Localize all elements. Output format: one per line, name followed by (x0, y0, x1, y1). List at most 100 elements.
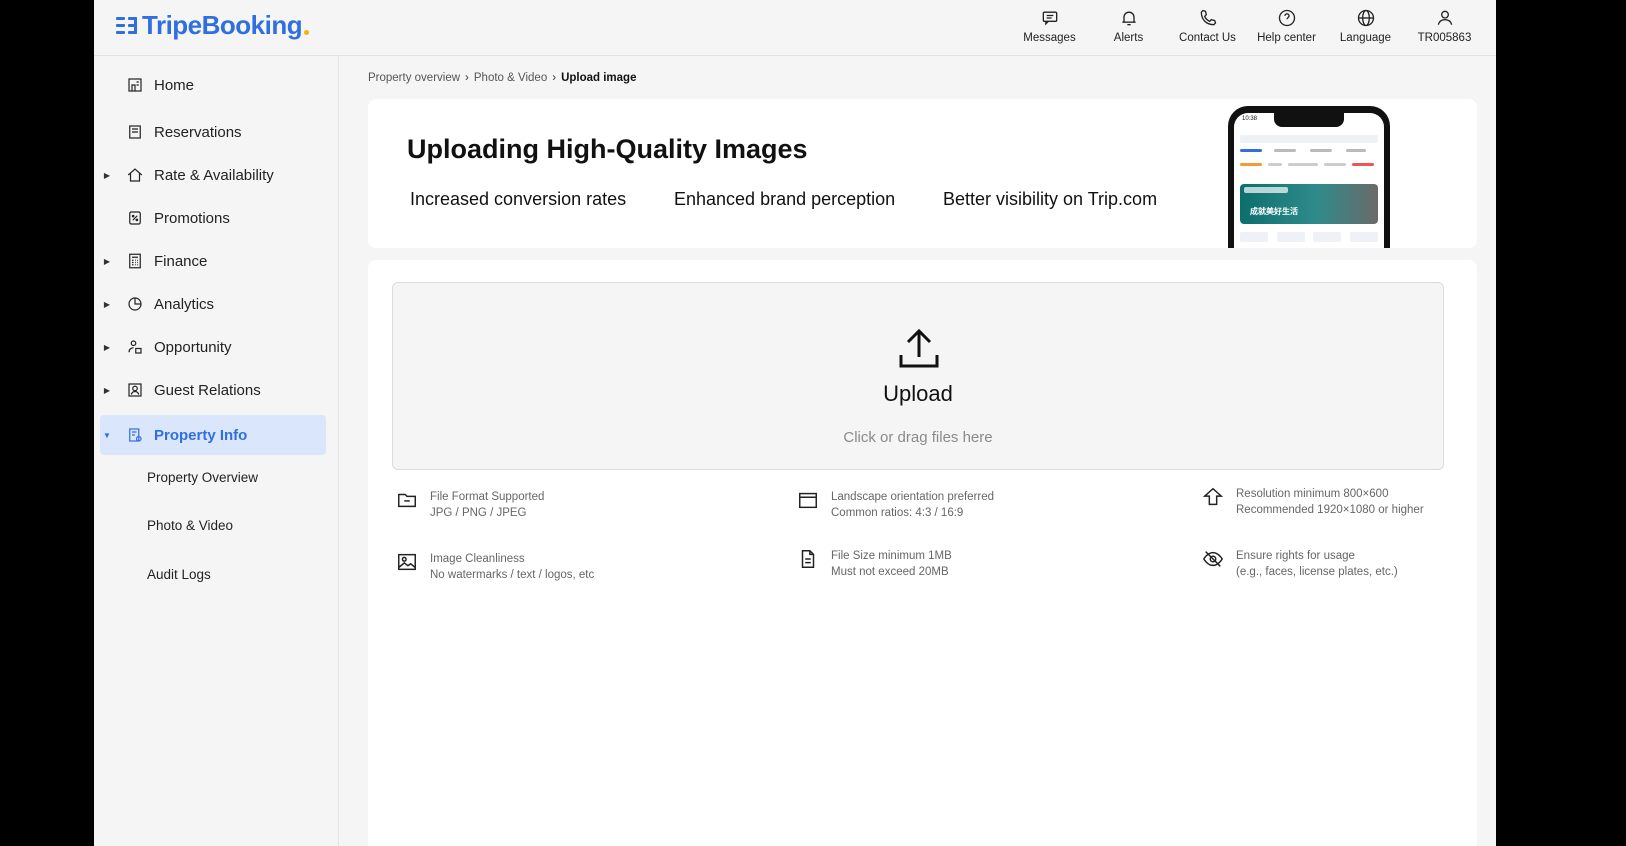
account-id-label: TR005863 (1417, 32, 1472, 44)
requirement-usage-rights: Ensure rights for usage (e.g., faces, lic… (1202, 548, 1398, 580)
logo-mark-icon (116, 15, 138, 37)
logo[interactable]: TripeBooking (116, 10, 310, 41)
messages-label: Messages (1023, 32, 1076, 44)
upload-icon (897, 327, 941, 369)
account-button[interactable]: TR005863 (1405, 8, 1484, 44)
help-icon (1278, 9, 1295, 27)
sidebar-subitem-photo-video[interactable]: Photo & Video (147, 518, 233, 533)
requirement-cleanliness: Image Cleanliness No watermarks / text / … (396, 551, 594, 583)
sidebar-item-analytics[interactable]: ▶ Analytics (100, 284, 326, 324)
house-icon (126, 166, 144, 184)
alerts-button[interactable]: Alerts (1089, 8, 1168, 44)
phone-icon (1200, 9, 1216, 26)
requirement-detail: JPG / PNG / JPEG (430, 507, 527, 519)
header-actions: Messages Alerts Contact Us Help center L… (1010, 8, 1484, 44)
requirement-title: File Format Supported (430, 491, 545, 503)
requirement-file-size: File Size minimum 1MB Must not exceed 20M… (797, 548, 952, 580)
upload-dropzone[interactable]: Upload Click or drag files here (392, 282, 1444, 470)
language-label: Language (1339, 32, 1392, 44)
banner-benefit: Enhanced brand perception (674, 189, 896, 209)
opportunity-icon (126, 338, 144, 356)
phone-screen: 10:38 成就美好生活 (1234, 113, 1384, 248)
file-icon (797, 548, 819, 570)
phone-hero-text: 成就美好生活 (1250, 207, 1298, 216)
sidebar-item-label: Property Info (154, 426, 248, 444)
sidebar: Home Reservations ▶ Rate & Availability … (94, 56, 339, 846)
requirement-detail: Common ratios: 4:3 / 16:9 (831, 507, 964, 519)
promotion-icon (126, 209, 144, 227)
breadcrumb: Property overview › Photo & Video › Uplo… (368, 72, 636, 84)
resolution-icon (1202, 486, 1224, 508)
sidebar-item-guest-relations[interactable]: ▶ Guest Relations (100, 370, 326, 410)
phone-time: 10:38 (1242, 116, 1258, 122)
sidebar-item-label: Finance (154, 252, 208, 270)
upload-hint: Click or drag files here (843, 429, 993, 446)
contact-us-button[interactable]: Contact Us (1168, 8, 1247, 44)
banner-title: Uploading High-Quality Images (407, 134, 808, 164)
sidebar-item-label: Opportunity (154, 338, 232, 356)
sidebar-item-promotions[interactable]: Promotions (100, 198, 326, 238)
logo-dot (304, 30, 310, 35)
brand-name: TripeBooking (142, 10, 303, 40)
sidebar-subitem-audit-logs[interactable]: Audit Logs (147, 567, 211, 582)
landscape-icon (797, 489, 819, 511)
upload-title: Upload (883, 381, 953, 406)
alerts-label: Alerts (1113, 32, 1144, 44)
image-icon (396, 551, 418, 573)
property-info-icon (126, 426, 144, 444)
sidebar-item-label: Rate & Availability (154, 166, 274, 184)
breadcrumb-property-overview[interactable]: Property overview (368, 72, 460, 84)
breadcrumb-photo-video[interactable]: Photo & Video (474, 72, 547, 84)
phone-mockup-image: 10:38 成就美好生活 (1228, 106, 1390, 248)
sidebar-item-label: Home (154, 76, 195, 94)
sidebar-item-opportunity[interactable]: ▶ Opportunity (100, 327, 326, 367)
banner-benefit: Better visibility on Trip.com (943, 189, 1158, 209)
caret-right-icon: ▶ (103, 256, 111, 266)
upload-panel: Upload Click or drag files here File For… (368, 260, 1477, 846)
requirement-title: Image Cleanliness (430, 553, 525, 565)
requirement-detail: (e.g., faces, license plates, etc.) (1236, 566, 1398, 578)
calculator-icon (126, 252, 144, 270)
requirement-title: Ensure rights for usage (1236, 550, 1355, 562)
info-banner: Uploading High-Quality Images Increased … (368, 99, 1477, 248)
pie-chart-icon (126, 295, 144, 313)
sidebar-item-property-info[interactable]: ▼ Property Info (100, 415, 326, 455)
caret-right-icon: ▶ (103, 299, 111, 309)
eye-off-icon (1202, 548, 1224, 570)
requirement-detail: Recommended 1920×1080 or higher (1236, 504, 1424, 516)
sidebar-item-reservations[interactable]: Reservations (100, 112, 326, 152)
folder-icon (396, 489, 418, 511)
breadcrumb-separator: › (465, 72, 469, 84)
sidebar-item-rate-availability[interactable]: ▶ Rate & Availability (100, 155, 326, 195)
guest-icon (126, 381, 144, 399)
bell-icon (1121, 11, 1136, 26)
caret-right-icon: ▶ (103, 342, 111, 352)
sidebar-item-home[interactable]: Home (100, 65, 326, 105)
breadcrumb-separator: › (552, 72, 557, 84)
help-center-label: Help center (1257, 32, 1316, 44)
phone-hero-banner: 成就美好生活 (1240, 184, 1378, 224)
help-center-button[interactable]: Help center (1247, 8, 1326, 44)
sidebar-item-finance[interactable]: ▶ Finance (100, 241, 326, 281)
sidebar-item-label: Guest Relations (154, 381, 261, 399)
breadcrumb-current: Upload image (561, 72, 637, 84)
sidebar-item-label: Analytics (154, 295, 215, 313)
messages-button[interactable]: Messages (1010, 8, 1089, 44)
language-button[interactable]: Language (1326, 8, 1405, 44)
contact-us-label: Contact Us (1179, 32, 1236, 44)
top-bar: TripeBooking Messages Alerts Contact Us … (94, 0, 1496, 56)
requirement-orientation: Landscape orientation preferred Common ra… (797, 489, 994, 521)
caret-down-icon: ▼ (103, 430, 111, 440)
requirement-detail: No watermarks / text / logos, etc (430, 569, 595, 581)
reservations-icon (126, 123, 144, 141)
requirement-title: Landscape orientation preferred (831, 491, 995, 503)
phone-notch (1274, 113, 1344, 127)
banner-benefit: Increased conversion rates (410, 189, 627, 209)
sidebar-subitem-property-overview[interactable]: Property Overview (147, 470, 258, 485)
sidebar-item-label: Promotions (154, 209, 230, 227)
messages-icon (1042, 11, 1057, 26)
sidebar-item-label: Reservations (154, 123, 242, 141)
requirement-detail: Must not exceed 20MB (831, 566, 949, 578)
app-window: TripeBooking Messages Alerts Contact Us … (94, 0, 1496, 846)
home-icon (126, 76, 144, 94)
